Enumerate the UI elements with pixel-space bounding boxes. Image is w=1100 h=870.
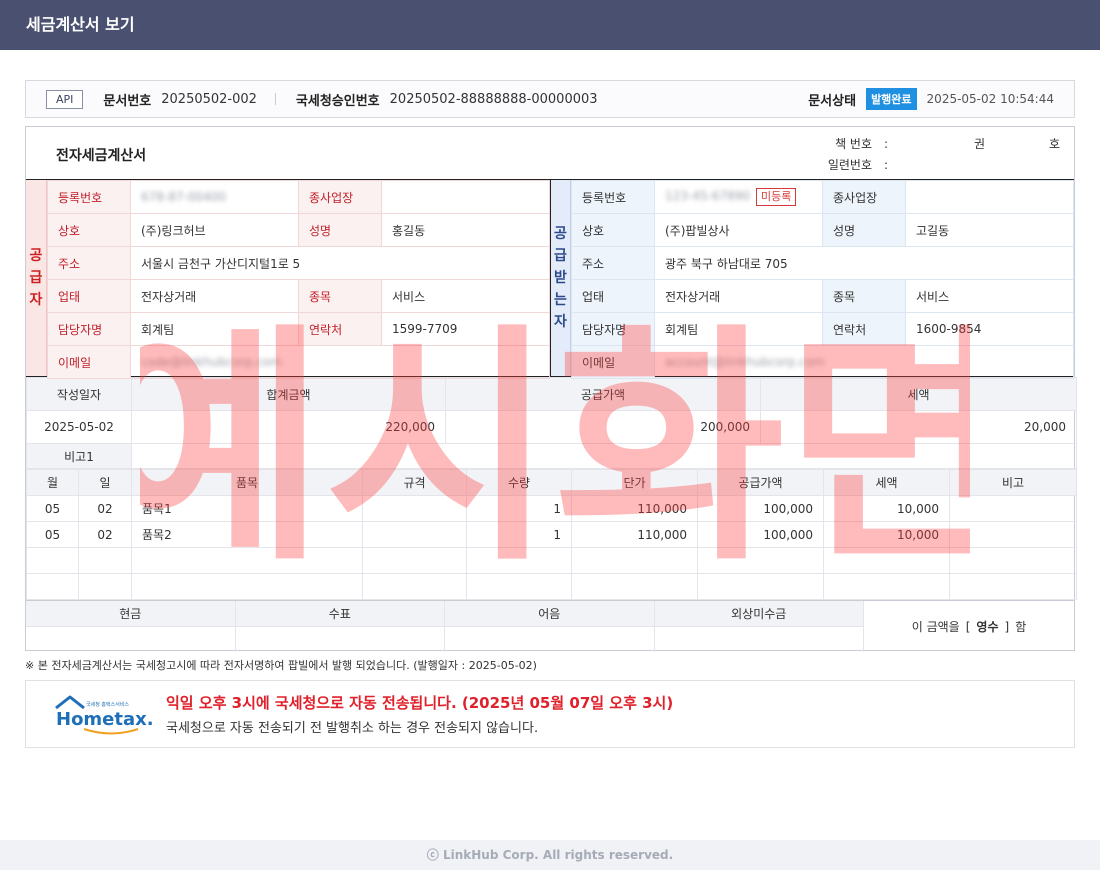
receiver-contact: 회계팀 (654, 312, 823, 346)
table-row: 05 02 품목1 1 110,000 100,000 10,000 (26, 495, 1077, 522)
supplier-biz-type: 전자상거래 (130, 279, 299, 313)
svg-text:Hometax.: Hometax. (56, 709, 154, 730)
supplier-tel: 1599-7709 (381, 312, 550, 346)
payment-section: 현금 수표 어음 외상미수금 이 금액을 [ 영수 ] 함 (26, 600, 1074, 652)
invoice-title: 전자세금계산서 (56, 148, 147, 164)
memo (131, 443, 1077, 469)
receiver-ceo: 고길동 (905, 213, 1074, 247)
check-label: 수표 (235, 601, 444, 627)
supplier-reg-no: 678-87-00400 (130, 180, 299, 214)
receipt-statement: 이 금액을 [ 영수 ] 함 (911, 619, 1027, 635)
hometax-logo: 국세청 홈택스서비스 Hometax. (26, 680, 166, 748)
receiver-email: account@linkhubcorp.com (654, 345, 1074, 379)
receiver-reg-no: 123-45-67890 미등록 (654, 180, 823, 214)
hometax-notice: 국세청 홈택스서비스 Hometax. 익일 오후 3시에 국세청으로 자동 전… (25, 680, 1075, 748)
supplier-address: 서울시 금천구 가산디지털1로 5 (130, 246, 550, 280)
receipt-kind: 영수 (976, 620, 999, 634)
item-table: 월 일 품목 규격 수량 단가 공급가액 세액 비고 05 02 품목1 1 1… (26, 469, 1077, 600)
svg-text:국세청 홈택스서비스: 국세청 홈택스서비스 (86, 701, 129, 708)
receiver-name: (주)팝빌상사 (654, 213, 823, 247)
receiver-section: 공급받는자 등록번호 123-45-67890 미등록 종사업장 상호 (주)팝빌… (550, 180, 1074, 379)
book-number: 책 번호 : 권 호 일련번호 : (800, 134, 1060, 176)
table-row: 05 02 품목2 1 110,000 100,000 10,000 (26, 521, 1077, 548)
supplier-ceo: 홍길동 (381, 213, 550, 247)
supplier-biz-item: 서비스 (381, 279, 550, 313)
doc-no: 20250502-002 (161, 91, 257, 107)
receiver-side-label: 공급받는자 (550, 180, 571, 376)
footer-copyright: ⓒ LinkHub Corp. All rights reserved. (0, 840, 1100, 870)
receiver-biz-type: 전자상거래 (654, 279, 823, 313)
doc-no-label: 문서번호 (103, 93, 152, 109)
total-amount: 220,000 (131, 410, 446, 444)
supply-amount: 200,000 (445, 410, 761, 444)
ho-label: 호 (1048, 137, 1060, 151)
receiver-address: 광주 북구 하남대로 705 (654, 246, 1074, 280)
gwon-label: 권 (973, 137, 985, 151)
table-row-empty (26, 573, 1077, 600)
supplier-contact: 회계팀 (130, 312, 299, 346)
document-info-bar: API 문서번호 20250502-002 국세청승인번호 20250502-8… (25, 80, 1075, 118)
divider (274, 93, 276, 105)
receiver-tel: 1600-9854 (905, 312, 1074, 346)
receiver-biz-item: 서비스 (905, 279, 1074, 313)
credit-label: 외상미수금 (654, 601, 863, 627)
supplier-section: 공급자 등록번호 678-87-00400 종사업장 상호 (주)링크허브 성명… (26, 180, 550, 379)
window-title: 세금계산서 보기 (0, 0, 1100, 50)
auto-send-message: 익일 오후 3시에 국세청으로 자동 전송됩니다. (2025년 05월 07일… (166, 694, 674, 712)
nts-no-label: 국세청승인번호 (295, 93, 380, 109)
supplier-name: (주)링크허브 (130, 213, 299, 247)
cancel-note-message: 국세청으로 자동 전송되기 전 발행취소 하는 경우 전송되지 않습니다. (166, 721, 539, 736)
serial-no-label: 일련번호 (827, 158, 872, 172)
book-no-label: 책 번호 (835, 137, 872, 151)
supplier-branch (381, 180, 550, 214)
tax-invoice: 전자세금계산서 책 번호 : 권 호 일련번호 : 공급자 등록번호 678-8… (25, 126, 1077, 652)
status-badge: 발행완료 (866, 88, 917, 110)
nts-no: 20250502-88888888-00000003 (389, 91, 598, 107)
promissory-note-label: 어음 (445, 601, 654, 627)
supplier-email: code@linkhubcorp.com (130, 345, 550, 379)
status-label: 문서상태 (808, 93, 857, 109)
unregistered-badge: 미등록 (756, 188, 797, 206)
table-row-empty (26, 547, 1077, 574)
api-badge: API (46, 89, 84, 109)
cash-label: 현금 (26, 601, 235, 627)
supplier-side-label: 공급자 (26, 180, 47, 376)
issue-notice: ※ 본 전자세금계산서는 국세청고시에 따라 전자서명하여 팝빌에서 발행 되었… (25, 659, 537, 672)
status-timestamp: 2025-05-02 10:54:44 (926, 92, 1054, 106)
issue-date: 2025-05-02 (26, 410, 132, 444)
amount-summary: 작성일자 합계금액 공급가액 세액 2025-05-02 220,000 200… (26, 377, 1077, 469)
receiver-branch (905, 180, 1074, 214)
tax-amount: 20,000 (760, 410, 1077, 444)
